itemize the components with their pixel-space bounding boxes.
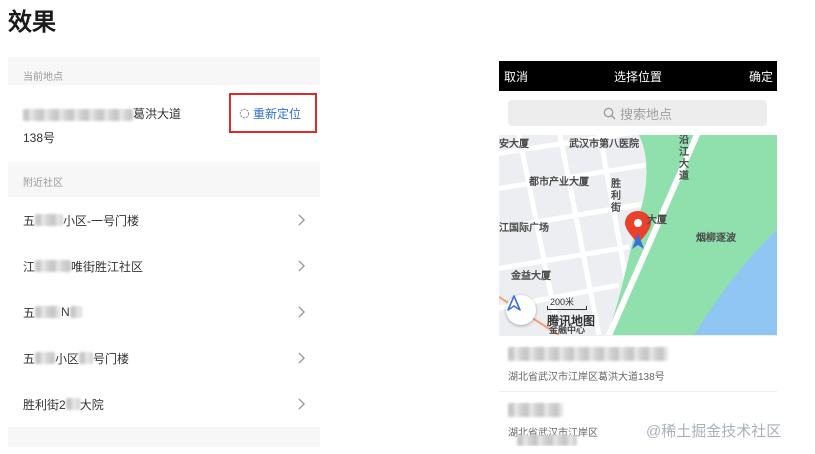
nav-title: 选择位置 [613, 70, 662, 84]
confirm-button[interactable]: 确定 [749, 68, 773, 85]
current-address-line1: 葛洪大道 [23, 105, 181, 122]
chevron-right-icon [298, 306, 305, 318]
redacted-text [517, 435, 577, 446]
redacted-text [508, 403, 563, 417]
search-icon [603, 107, 616, 120]
map-label: 胜利街 [611, 179, 621, 214]
search-bar: 搜索地点 [499, 91, 777, 135]
relocate-label: 重新定位 [253, 107, 302, 121]
community-item-3[interactable]: 五 N [8, 289, 320, 335]
map-scale-bar [547, 306, 587, 310]
relocate-button[interactable]: 重新定位 [239, 105, 301, 122]
redacted-text [35, 260, 72, 272]
redacted-text [79, 352, 94, 364]
nearby-communities-header: 附近社区 [23, 178, 63, 189]
current-location-header: 当前地点 [23, 72, 63, 83]
refresh-circle-icon [239, 108, 250, 119]
chevron-right-icon [298, 398, 305, 410]
redacted-text [69, 306, 82, 318]
page-title: 效果 [8, 9, 56, 36]
search-input[interactable]: 搜索地点 [508, 100, 767, 126]
redacted-text [508, 347, 668, 361]
redacted-text [65, 398, 80, 410]
chevron-right-icon [298, 260, 305, 272]
watermark: @稀土掘金技术社区 [646, 423, 782, 440]
map-label: 江国际广场 [499, 223, 549, 234]
result-item-1[interactable]: 湖北省武汉市江岸区葛洪大道138号 [499, 335, 777, 390]
redacted-text [35, 352, 56, 364]
map-label: 武汉市第八医院 [569, 139, 639, 150]
search-placeholder: 搜索地点 [619, 106, 672, 122]
location-panel: 当前地点 葛洪大道 138号 重新定位 附近社区 五 小区-一号门楼 江 唯街胜… [8, 57, 320, 447]
community-item-1[interactable]: 五 小区-一号门楼 [8, 197, 320, 243]
address-redacted [23, 108, 133, 121]
community-item-2[interactable]: 江 唯街胜江社区 [8, 243, 320, 289]
map-label: 都市产业大厦 [529, 177, 589, 188]
map-label: 烟柳逐波 [696, 233, 736, 244]
nav-bar: 取消 选择位置 确定 [499, 61, 777, 91]
map-logo: 腾讯地图 [547, 314, 596, 328]
address-street: 葛洪大道 [133, 107, 182, 121]
map-label: 沿江大道 [679, 135, 689, 182]
redacted-text [35, 214, 64, 226]
community-item-4[interactable]: 五 小区 号门楼 [8, 335, 320, 381]
navigation-arrow-icon [507, 295, 521, 311]
map-label: 大厦 [647, 215, 667, 226]
my-location-button[interactable] [506, 295, 536, 325]
relocate-highlight: 重新定位 [229, 93, 317, 133]
phone-preview: 取消 选择位置 确定 搜索地点 安大厦 武汉市第八医院 都市产业大厦 胜利街 沿… [499, 61, 777, 446]
result-address: 湖北省武汉市江岸区葛洪大道138号 [508, 372, 665, 383]
community-list: 五 小区-一号门楼 江 唯街胜江社区 五 N 五 小区 号门楼 胜利街2 大院 [8, 197, 320, 427]
map-label: 安大厦 [499, 139, 529, 150]
community-item-5[interactable]: 胜利街2 大院 [8, 381, 320, 427]
current-address-line2: 138号 [23, 131, 56, 145]
map-view[interactable]: 安大厦 武汉市第八医院 都市产业大厦 胜利街 沿江大道 江国际广场 大厦 烟柳逐… [499, 135, 777, 335]
map-label: 金益大厦 [511, 271, 551, 282]
chevron-right-icon [298, 352, 305, 364]
result-address: 湖北省武汉市江岸区 [508, 424, 598, 446]
chevron-right-icon [298, 214, 305, 226]
redacted-text [35, 306, 62, 318]
